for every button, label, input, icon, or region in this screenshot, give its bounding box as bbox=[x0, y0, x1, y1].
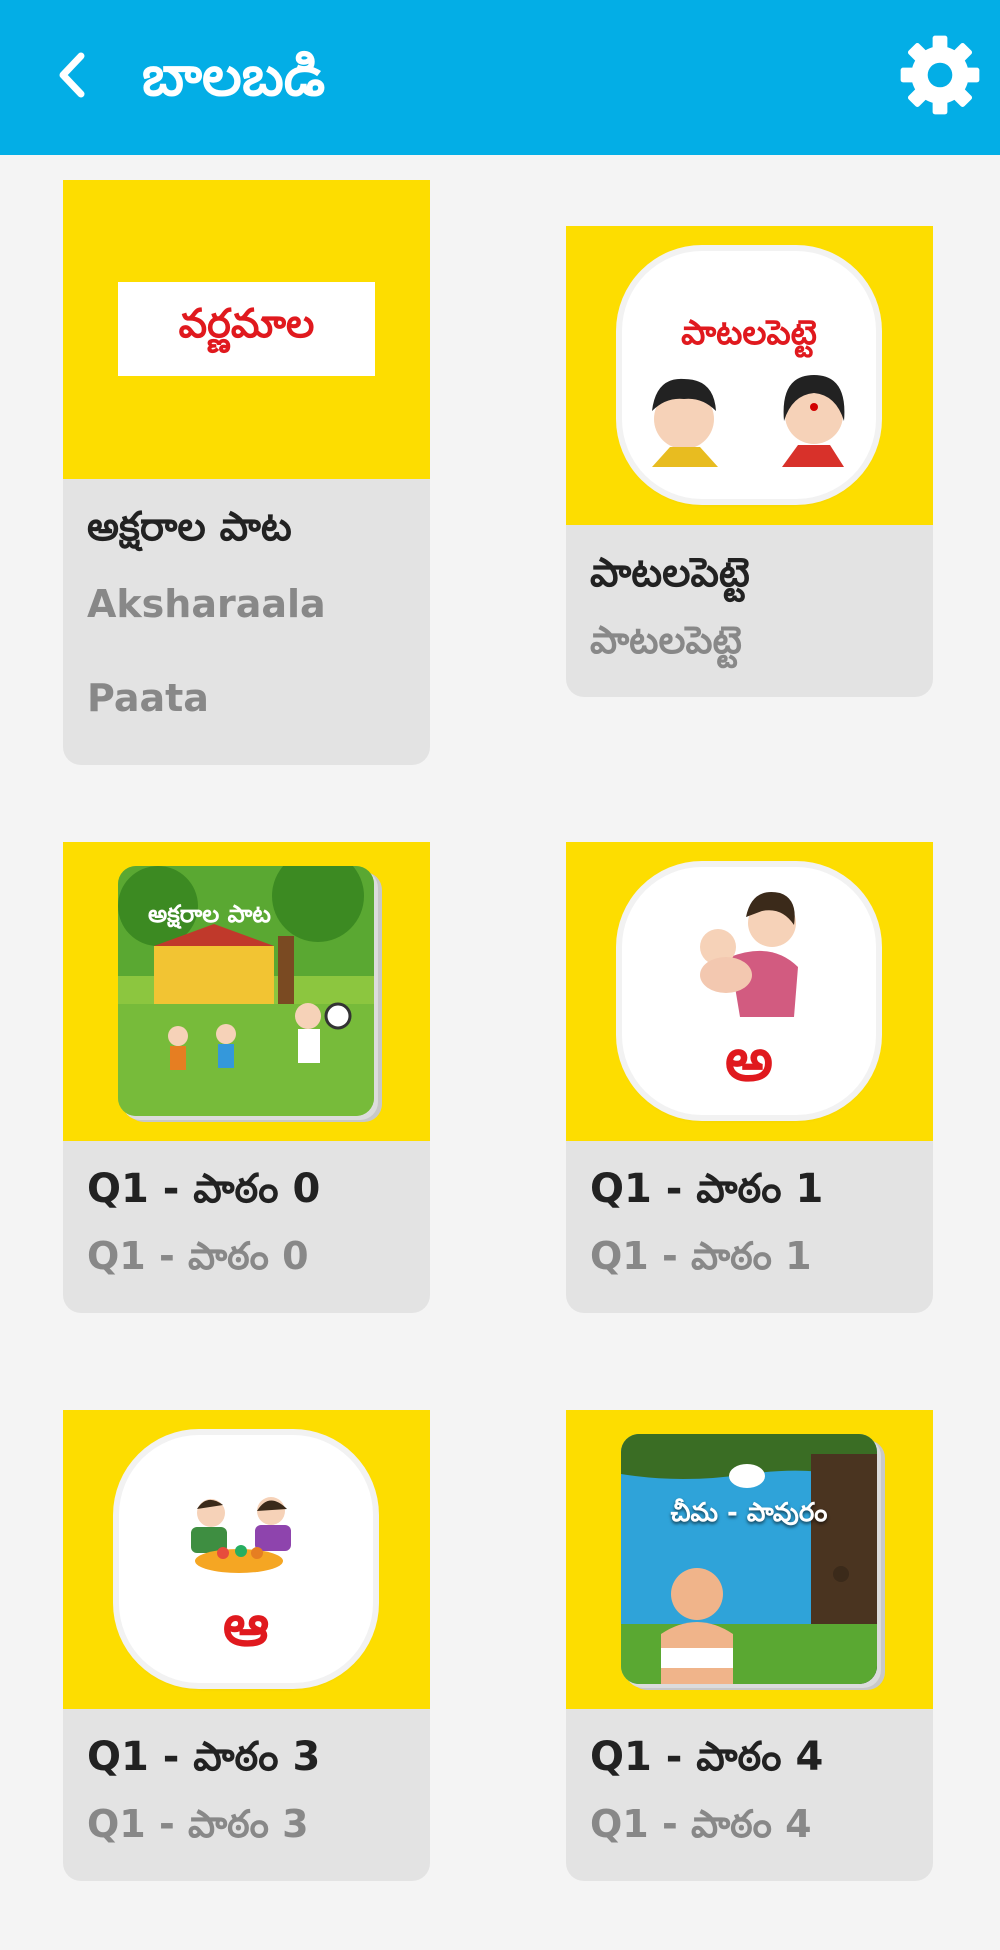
card-subtitle: పాటలపెట్టె bbox=[590, 618, 742, 662]
card-thumbnail: అక్షరాల పాట bbox=[63, 842, 430, 1141]
card-thumbnail: వర్ణమాల bbox=[63, 180, 430, 479]
lesson-card-aksharaala-paata[interactable]: వర్ణమాల అక్షరాల పాట Aksharaala Paata bbox=[63, 180, 430, 765]
lesson-card-paatala-pette[interactable]: పాటలపెట్టె పాటలపెట్టె పాటలపెట్టె bbox=[566, 226, 933, 697]
card-title: పాటలపెట్టె bbox=[590, 550, 750, 596]
varnamala-banner: వర్ణమాల bbox=[118, 282, 375, 376]
app-bar: బాలబడి bbox=[0, 0, 1000, 155]
book-caption: చీమ - పావురం bbox=[670, 1498, 828, 1528]
card-subtitle: Q1 - పాఠం 4 bbox=[590, 1802, 812, 1846]
card-thumbnail: చీమ - పావురం bbox=[566, 1410, 933, 1709]
cheema-pavuram-book-illustration: చీమ - పావురం bbox=[621, 1434, 877, 1684]
letter-a: అ bbox=[725, 1025, 773, 1095]
card-thumbnail: ఆ bbox=[63, 1410, 430, 1709]
paatala-pette-illustration: పాటలపెట్టె bbox=[622, 251, 876, 499]
book-caption: అక్షరాల పాట bbox=[148, 900, 271, 928]
lesson-card-q1-paatham-4[interactable]: చీమ - పావురం Q1 - పాఠం 4 Q1 - పాఠం 4 bbox=[566, 1410, 933, 1881]
lesson-card-q1-paatham-3[interactable]: ఆ Q1 - పాఠం 3 Q1 - పాఠం 3 bbox=[63, 1410, 430, 1881]
aksharaala-paata-book-illustration: అక్షరాల పాట bbox=[118, 866, 374, 1116]
card-subtitle: Q1 - పాఠం 1 bbox=[590, 1234, 812, 1278]
letter-aa-illustration: ఆ bbox=[119, 1435, 373, 1683]
card-title: Q1 - పాఠం 4 bbox=[590, 1734, 824, 1780]
card-thumbnail: పాటలపెట్టె bbox=[566, 226, 933, 525]
gear-icon bbox=[900, 35, 980, 115]
letter-aa: ఆ bbox=[222, 1591, 270, 1659]
card-subtitle: Aksharaala Paata bbox=[87, 582, 326, 720]
letter-a-illustration: అ bbox=[622, 867, 876, 1115]
back-button[interactable] bbox=[40, 40, 104, 110]
card-title: అక్షరాల పాట bbox=[87, 504, 292, 550]
lesson-card-q1-paatham-0[interactable]: అక్షరాల పాట Q1 - పాఠం 0 Q1 - పాఠం 0 bbox=[63, 842, 430, 1313]
card-title: Q1 - పాఠం 1 bbox=[590, 1166, 824, 1212]
card-title: Q1 - పాఠం 0 bbox=[87, 1166, 321, 1212]
settings-button[interactable] bbox=[895, 30, 985, 120]
card-thumbnail: అ bbox=[566, 842, 933, 1141]
chevron-left-icon bbox=[59, 52, 85, 98]
card-title: Q1 - పాఠం 3 bbox=[87, 1734, 321, 1780]
card-subtitle: Q1 - పాఠం 3 bbox=[87, 1802, 309, 1846]
card-subtitle: Q1 - పాఠం 0 bbox=[87, 1234, 309, 1278]
lesson-card-q1-paatham-1[interactable]: అ Q1 - పాఠం 1 Q1 - పాఠం 1 bbox=[566, 842, 933, 1313]
page-title: బాలబడి bbox=[142, 44, 326, 109]
